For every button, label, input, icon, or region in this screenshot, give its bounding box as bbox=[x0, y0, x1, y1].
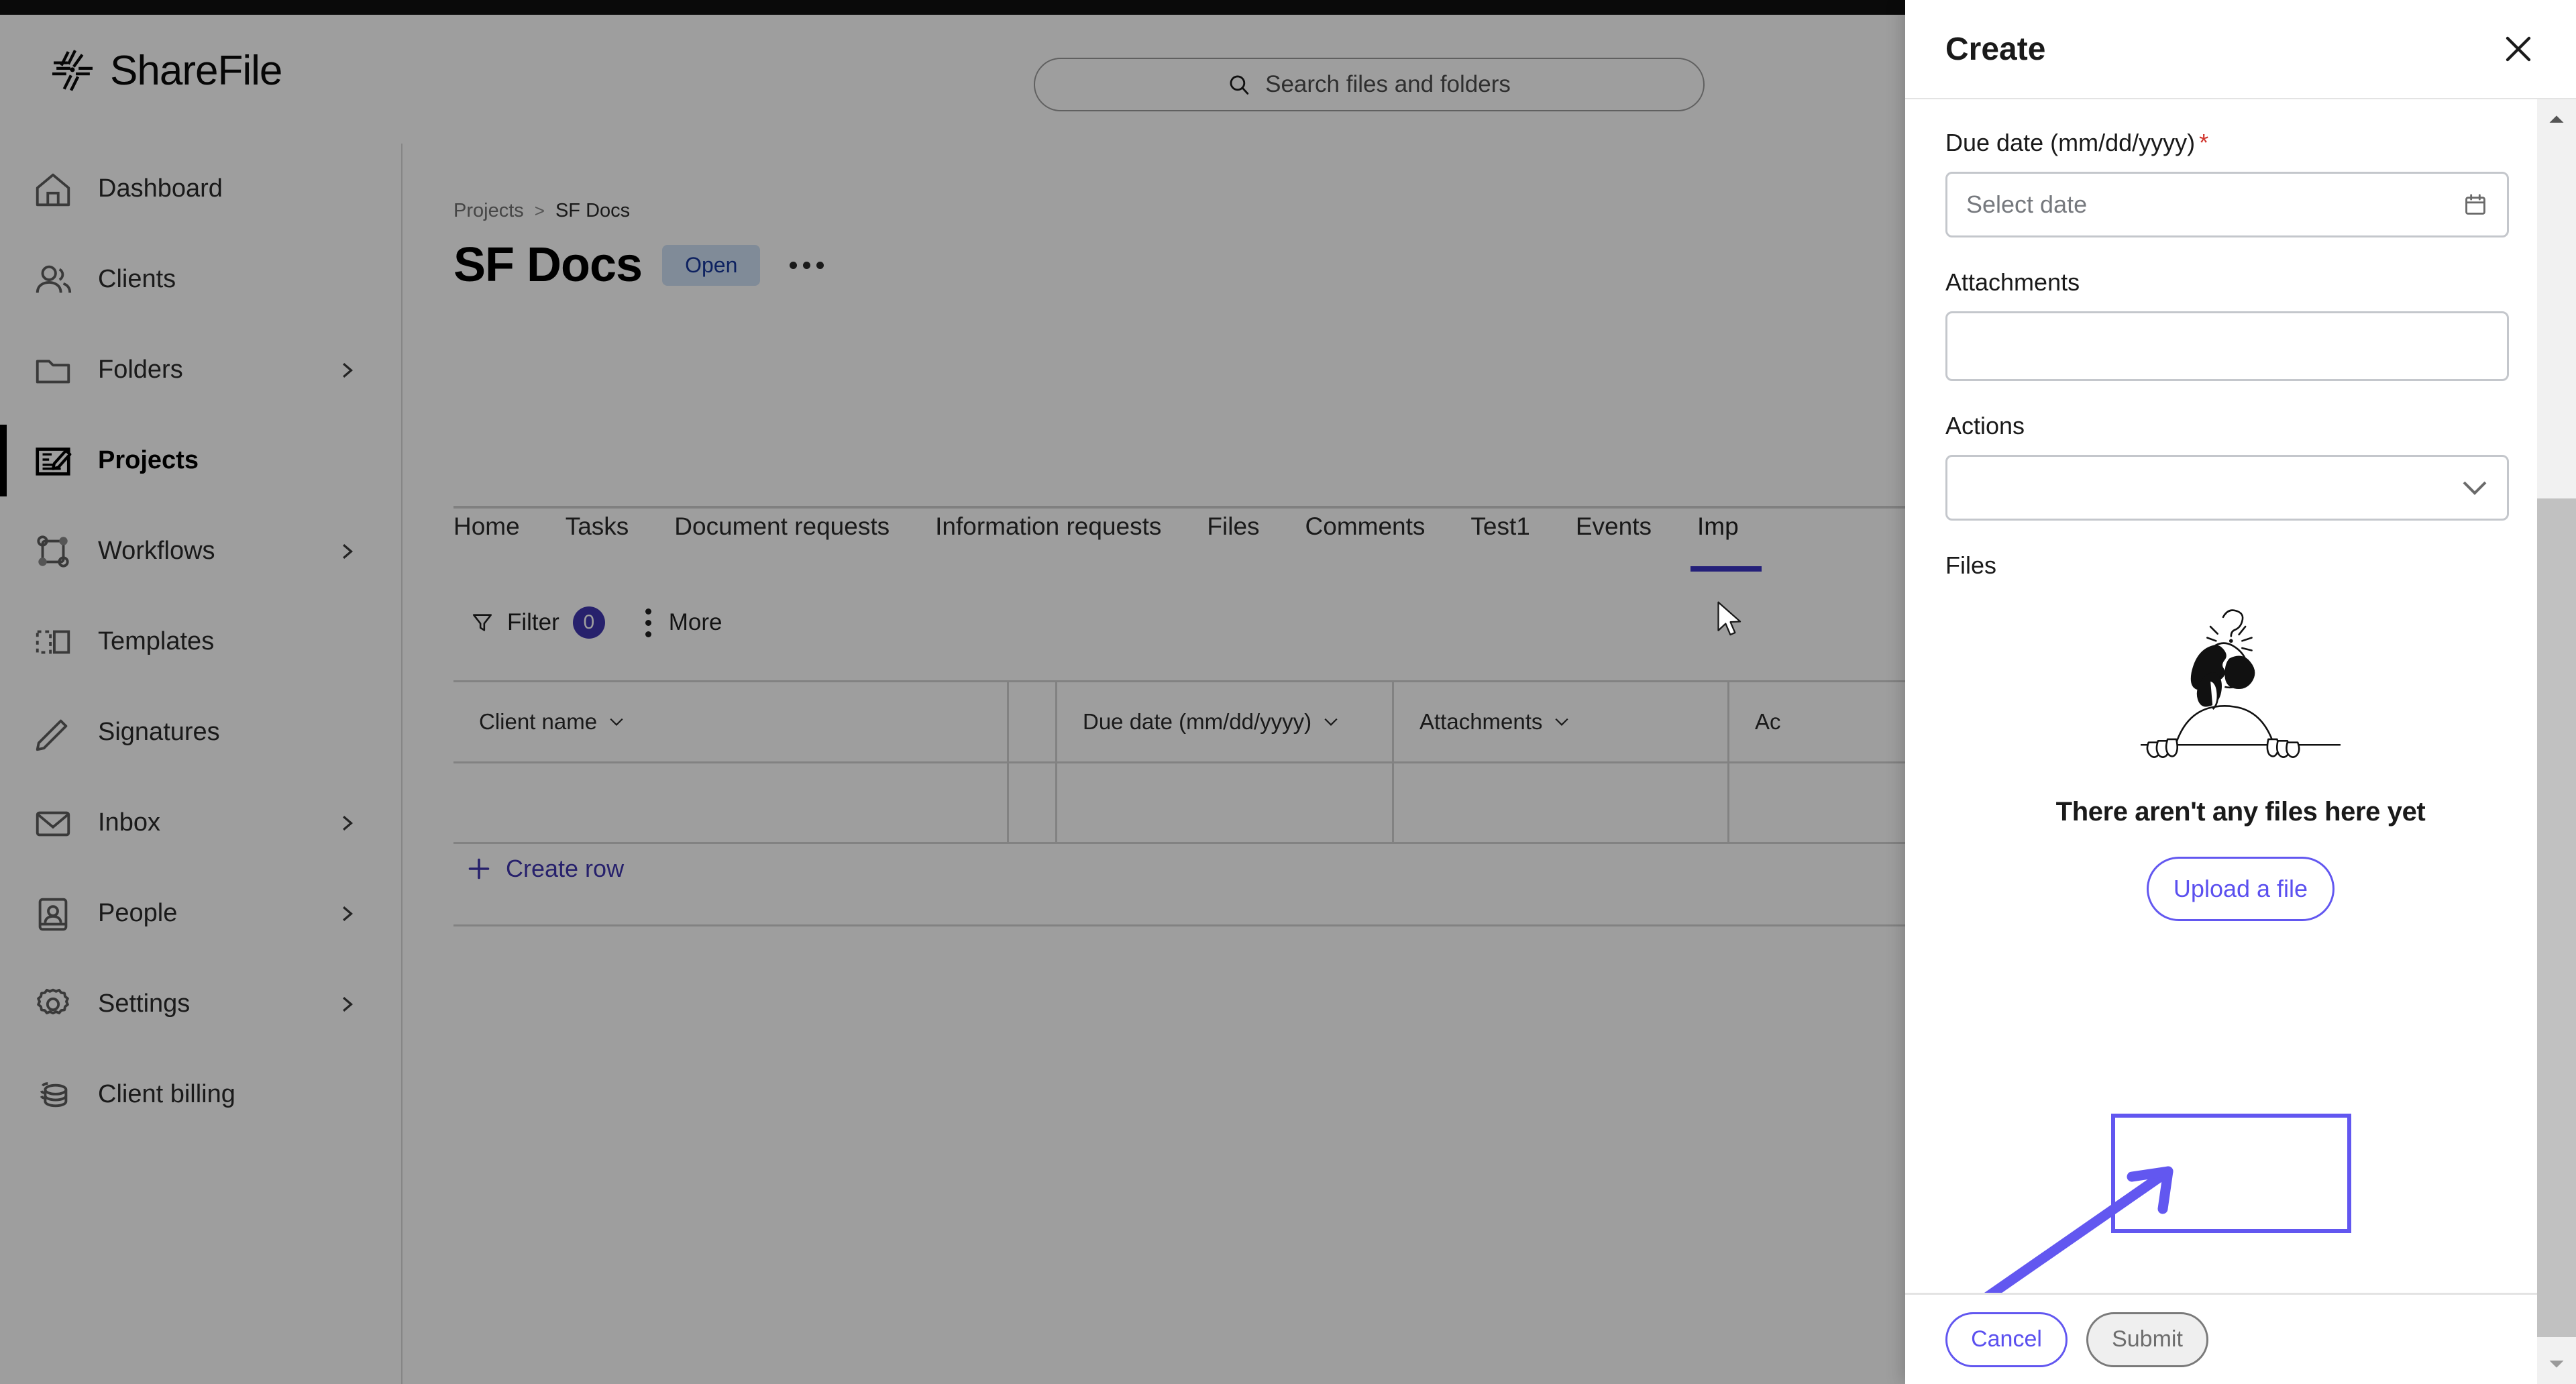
field-actions: Actions bbox=[1945, 412, 2536, 521]
scrollbar-thumb[interactable] bbox=[2537, 498, 2576, 1337]
panel-scrollbar[interactable] bbox=[2537, 99, 2576, 1384]
annotation-arrow bbox=[1984, 1166, 2174, 1293]
due-date-label: Due date (mm/dd/yyyy) bbox=[1945, 129, 2196, 156]
required-marker: * bbox=[2199, 129, 2209, 156]
panel-footer: Cancel Submit bbox=[1905, 1293, 2576, 1384]
field-attachments: Attachments bbox=[1945, 268, 2536, 381]
field-files: Files There aren't any files here yet Up… bbox=[1945, 551, 2536, 921]
submit-button[interactable]: Submit bbox=[2086, 1312, 2208, 1367]
files-empty-title: There aren't any files here yet bbox=[2055, 797, 2426, 827]
field-due-date: Due date (mm/dd/yyyy) * Select date bbox=[1945, 129, 2536, 237]
panel-header: Create bbox=[1905, 0, 2576, 99]
modal-overlay[interactable] bbox=[0, 15, 1905, 1384]
scroll-up-arrow-icon[interactable] bbox=[2537, 99, 2576, 138]
attachments-label: Attachments bbox=[1945, 268, 2080, 296]
annotation-highlight-box bbox=[2111, 1114, 2351, 1233]
scroll-down-arrow-icon[interactable] bbox=[2537, 1345, 2576, 1384]
mouse-cursor bbox=[1717, 601, 1741, 636]
files-label: Files bbox=[1945, 551, 1997, 579]
due-date-input[interactable]: Select date bbox=[1945, 172, 2509, 237]
due-date-placeholder: Select date bbox=[1966, 191, 2088, 218]
panel-title: Create bbox=[1945, 31, 2046, 67]
chevron-down-icon bbox=[2463, 481, 2487, 495]
create-panel: Create Due date (mm/dd/yyyy) * Select dat… bbox=[1905, 0, 2576, 1384]
upload-file-button[interactable]: Upload a file bbox=[2147, 857, 2334, 921]
cancel-button[interactable]: Cancel bbox=[1945, 1312, 2068, 1367]
close-icon[interactable] bbox=[2502, 33, 2534, 65]
calendar-icon[interactable] bbox=[2463, 192, 2488, 217]
actions-label: Actions bbox=[1945, 412, 2025, 439]
actions-select[interactable] bbox=[1945, 455, 2509, 521]
files-empty-state: There aren't any files here yet Upload a… bbox=[1945, 592, 2536, 921]
person-peeking-question-mark-icon bbox=[2140, 609, 2341, 758]
attachments-input[interactable] bbox=[1945, 311, 2509, 381]
panel-body: Due date (mm/dd/yyyy) * Select date Attac… bbox=[1905, 99, 2576, 1293]
screen: ShareFile Search files and folders Dashb… bbox=[0, 0, 2576, 1384]
